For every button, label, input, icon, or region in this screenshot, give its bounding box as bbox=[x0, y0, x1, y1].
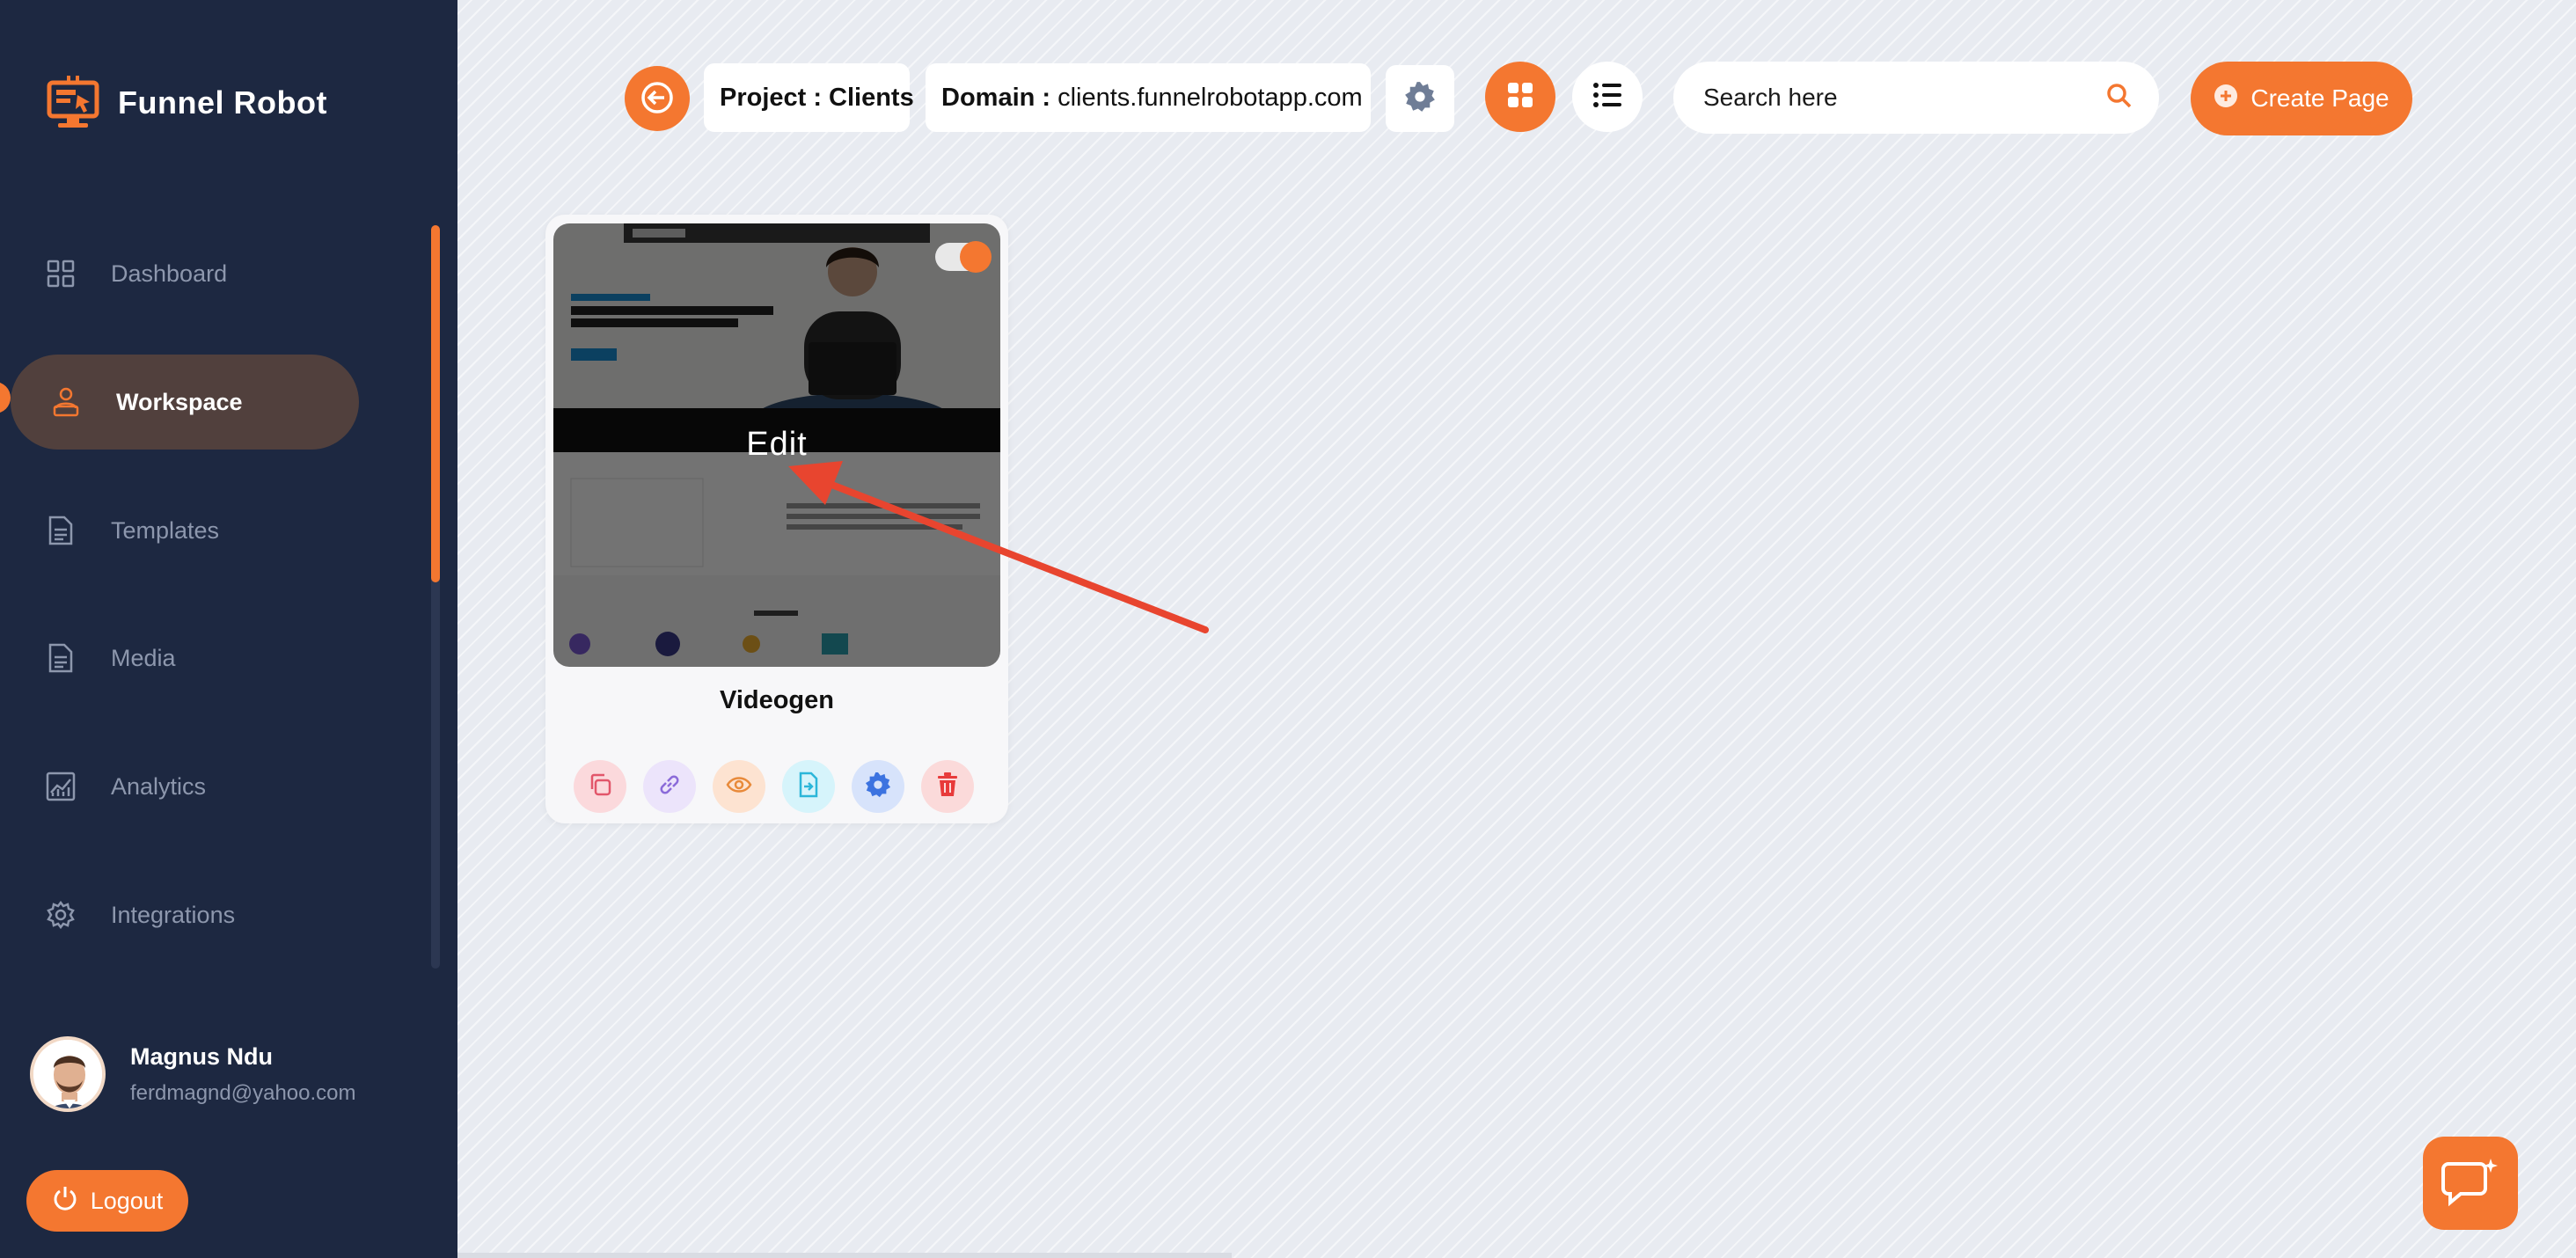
page-thumbnail[interactable]: Edit bbox=[553, 223, 1000, 667]
sidebar-item-label: Templates bbox=[111, 516, 220, 544]
sidebar: Funnel Robot Dashboard Workspace Templat… bbox=[0, 0, 457, 1258]
gear-icon bbox=[46, 900, 76, 930]
export-icon bbox=[797, 772, 820, 802]
delete-button[interactable] bbox=[921, 760, 974, 813]
active-indicator bbox=[0, 382, 11, 413]
project-pill: Project : Clients bbox=[704, 63, 914, 132]
copy-icon bbox=[588, 772, 612, 801]
sidebar-item-templates[interactable]: Templates bbox=[46, 502, 219, 559]
horizontal-scrollbar[interactable] bbox=[457, 1253, 1232, 1258]
chat-bubble-icon bbox=[2441, 1155, 2499, 1212]
page-title: Videogen bbox=[720, 686, 834, 714]
robot-monitor-icon bbox=[46, 76, 100, 130]
project-settings-button[interactable] bbox=[1386, 65, 1454, 132]
preview-button[interactable] bbox=[713, 760, 765, 813]
domain-label: Domain : bbox=[941, 83, 1051, 112]
document-icon bbox=[46, 643, 76, 673]
page-card[interactable]: Edit Videogen bbox=[545, 215, 1008, 823]
logout-label: Logout bbox=[90, 1187, 164, 1214]
arrow-left-icon bbox=[640, 80, 675, 118]
project-label: Project : bbox=[720, 83, 823, 112]
app-name: Funnel Robot bbox=[118, 84, 327, 121]
project-value: Clients bbox=[829, 83, 914, 112]
page-settings-button[interactable] bbox=[852, 760, 904, 813]
sidebar-item-media[interactable]: Media bbox=[46, 630, 176, 686]
duplicate-button[interactable] bbox=[574, 760, 626, 813]
card-actions bbox=[574, 760, 974, 813]
sidebar-scrollbar-thumb[interactable] bbox=[431, 225, 440, 582]
user-name: Magnus Ndu bbox=[130, 1042, 273, 1070]
create-page-label: Create Page bbox=[2250, 84, 2389, 112]
gear-icon bbox=[1404, 81, 1436, 117]
logout-button[interactable]: Logout bbox=[26, 1170, 188, 1232]
search-input[interactable] bbox=[1703, 84, 2106, 112]
sidebar-item-label: Analytics bbox=[111, 772, 207, 800]
trash-icon bbox=[937, 772, 958, 801]
link-icon bbox=[657, 772, 682, 801]
sidebar-item-dashboard[interactable]: Dashboard bbox=[46, 245, 227, 302]
search-icon[interactable] bbox=[2106, 83, 2133, 113]
sidebar-item-analytics[interactable]: Analytics bbox=[46, 758, 206, 815]
copy-link-button[interactable] bbox=[643, 760, 696, 813]
edit-overlay-label[interactable]: Edit bbox=[553, 426, 1000, 464]
search-box[interactable] bbox=[1673, 62, 2159, 134]
plus-circle-icon bbox=[2214, 84, 2238, 114]
grid-view-button[interactable] bbox=[1485, 62, 1555, 132]
publish-toggle[interactable] bbox=[935, 241, 992, 273]
domain-value: clients.funnelrobotapp.com bbox=[1057, 83, 1363, 112]
domain-pill: Domain : clients.funnelrobotapp.com bbox=[926, 63, 1371, 132]
grid-icon bbox=[1507, 82, 1533, 113]
back-button[interactable] bbox=[625, 66, 690, 131]
create-page-button[interactable]: Create Page bbox=[2191, 62, 2412, 135]
avatar bbox=[30, 1036, 106, 1112]
chart-icon bbox=[46, 772, 76, 801]
sidebar-item-label: Integrations bbox=[111, 901, 236, 928]
sidebar-item-label: Dashboard bbox=[111, 260, 228, 287]
gear-icon bbox=[865, 772, 891, 802]
sidebar-item-integrations[interactable]: Integrations bbox=[46, 887, 235, 943]
list-view-button[interactable] bbox=[1572, 62, 1643, 132]
power-icon bbox=[52, 1185, 78, 1218]
user-email: ferdmagnd@yahoo.com bbox=[130, 1080, 356, 1105]
user-laptop-icon bbox=[51, 387, 81, 417]
export-button[interactable] bbox=[782, 760, 835, 813]
sidebar-item-workspace[interactable]: Workspace bbox=[11, 355, 359, 450]
user-profile[interactable]: Magnus Ndu ferdmagnd@yahoo.com bbox=[30, 1036, 356, 1112]
eye-icon bbox=[726, 775, 752, 799]
grid-icon bbox=[46, 259, 76, 289]
sidebar-item-label: Workspace bbox=[116, 388, 243, 415]
app-logo[interactable]: Funnel Robot bbox=[46, 74, 327, 132]
document-icon bbox=[46, 516, 76, 545]
sidebar-item-label: Media bbox=[111, 644, 176, 671]
list-icon bbox=[1593, 82, 1621, 112]
chat-support-button[interactable] bbox=[2423, 1137, 2518, 1230]
